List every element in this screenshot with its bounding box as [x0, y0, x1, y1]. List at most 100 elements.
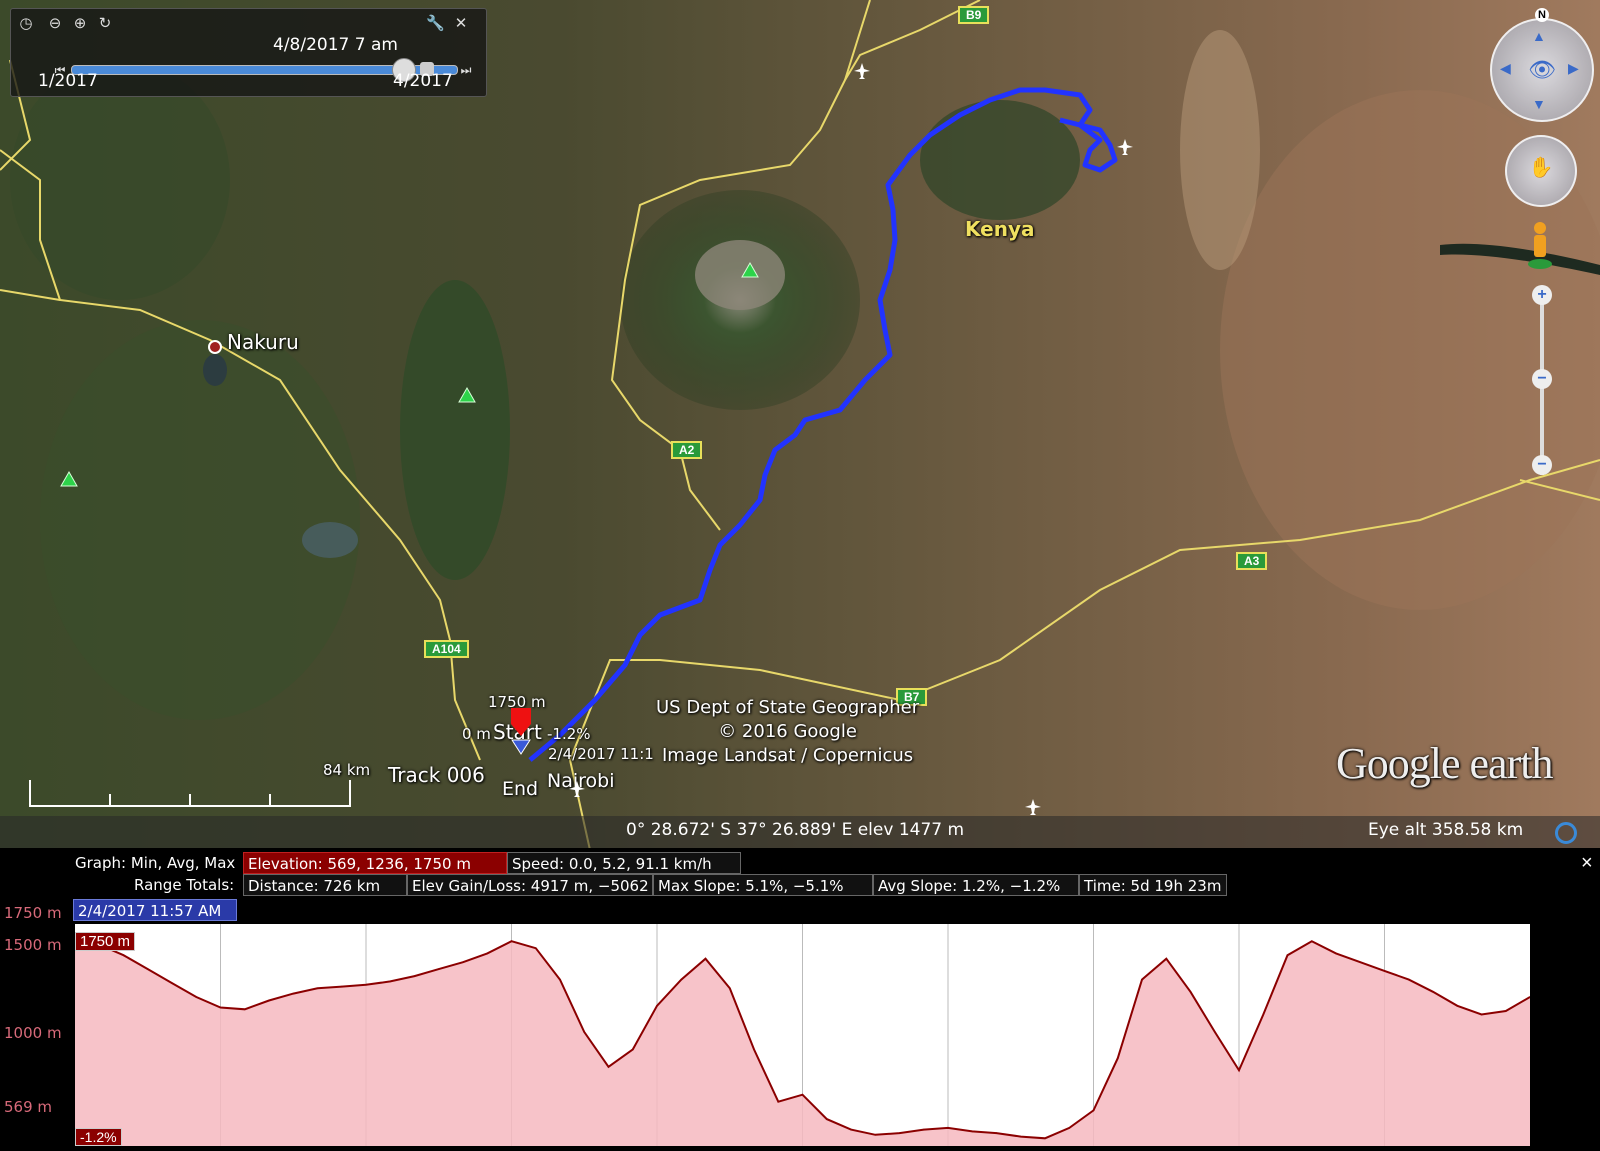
elevation-point [147, 968, 149, 970]
close-graph-button[interactable]: × [1581, 852, 1593, 875]
look-right-icon[interactable]: ▶ [1568, 60, 1579, 77]
attribution-line-3: Image Landsat / Copernicus [661, 745, 914, 766]
elevation-point [923, 1128, 925, 1131]
elevation-point [1189, 991, 1192, 993]
loading-indicator-icon [1555, 822, 1577, 844]
elevation-point [1311, 940, 1313, 942]
elevation-point [1286, 954, 1289, 956]
attribution-line-1: US Dept of State Geographer [656, 697, 920, 718]
elevation-plot[interactable]: 1750 m -1.2% [74, 924, 1531, 1146]
eye-icon[interactable]: 👁 [1528, 56, 1556, 84]
start-pin-icon[interactable] [509, 706, 533, 756]
street-view-pegman-icon[interactable] [1525, 220, 1555, 272]
current-time-label: 4/8/2017 7 am [273, 35, 398, 55]
start-date-label: 1/2017 [38, 71, 98, 91]
elevation-point [195, 996, 198, 998]
look-control[interactable]: N 👁 ▲ ▼ ◀ ▶ [1490, 8, 1594, 122]
elevation-point [171, 982, 173, 984]
refresh-icon[interactable]: ↻ [96, 15, 114, 33]
elevation-point [1068, 1127, 1071, 1129]
elevation-point [244, 1008, 246, 1011]
elevation-point [486, 952, 489, 955]
google-earth-logo: Google earth [1336, 739, 1553, 788]
attribution: US Dept of State Geographer © 2016 Googl… [656, 696, 919, 768]
zoom-handle[interactable]: − [1532, 369, 1552, 389]
time-stat: Time: 5d 19h 23m [1079, 874, 1227, 896]
elevation-point [1044, 1137, 1046, 1140]
y-tick-label: 569 m [4, 1098, 53, 1116]
cursor-elevation-label: 1750 m [75, 932, 136, 951]
elevation-point [753, 1048, 755, 1051]
elevation-point [1020, 1135, 1022, 1138]
track-name-label[interactable]: Track 006 [388, 763, 485, 787]
airport-icon [569, 781, 585, 797]
max-slope-stat[interactable]: Max Slope: 5.1%, −5.1% [653, 874, 873, 896]
zoom-out-icon[interactable]: − [1532, 455, 1552, 475]
close-icon[interactable]: ✕ [452, 15, 470, 33]
speed-stat[interactable]: Speed: 0.0, 5.2, 91.1 km/h [507, 852, 741, 874]
elevation-stat[interactable]: Elevation: 569, 1236, 1750 m [243, 852, 507, 874]
elevation-point [583, 1031, 585, 1033]
zoom-out-time-icon[interactable]: ⊖ [46, 15, 64, 33]
elevation-point [1214, 1031, 1216, 1033]
elevation-point [971, 1130, 974, 1133]
elevation-point [607, 1066, 610, 1068]
zoom-slider[interactable]: + − − [1532, 285, 1552, 490]
airport-icon [1025, 799, 1041, 815]
elevation-point [850, 1128, 852, 1131]
elevation-point [1383, 970, 1386, 972]
place-label-kenya[interactable]: Kenya [965, 217, 1034, 241]
look-up-icon[interactable]: ▲ [1532, 28, 1546, 44]
zoom-in-icon[interactable]: + [1532, 285, 1552, 305]
elevation-point [874, 1134, 877, 1136]
elevation-point [680, 978, 683, 981]
slope-label: -1.2% [547, 725, 591, 743]
airport-icon [1117, 139, 1133, 155]
y-tick-label: 1500 m [4, 936, 62, 954]
elevation-point [341, 985, 343, 988]
elevation-point [704, 957, 707, 960]
elevation-point [1505, 1010, 1507, 1012]
place-label-nakuru[interactable]: Nakuru [227, 330, 299, 354]
road-sign-a2: A2 [671, 441, 703, 459]
look-down-icon[interactable]: ▼ [1532, 96, 1546, 112]
elevation-point [535, 947, 537, 949]
road-sign-b9: B9 [958, 6, 990, 24]
zoom-in-time-icon[interactable]: ⊕ [71, 15, 89, 33]
elevation-point [413, 975, 416, 977]
elevation-point [1408, 978, 1410, 981]
time-slider-panel: ◷ ⊖ ⊕ ↻ 🔧 ✕ 4/8/2017 7 am ⏮ ⏭ 1/2017 4/2… [10, 8, 487, 97]
look-left-icon[interactable]: ◀ [1500, 60, 1511, 77]
elevation-point [1141, 978, 1143, 981]
elevation-point [1335, 952, 1337, 955]
elevation-point [389, 980, 392, 983]
clock-icon[interactable]: ◷ [17, 15, 35, 33]
y-tick-label: 1750 m [4, 904, 62, 922]
elevation-point [826, 1118, 828, 1120]
elevation-point [947, 1127, 949, 1129]
skip-end-icon[interactable]: ⏭ [457, 61, 475, 79]
elevation-point [801, 1093, 804, 1096]
hand-icon[interactable]: ✋ [1527, 155, 1555, 183]
elevation-point [268, 999, 270, 1002]
map-view[interactable]: B9 A2 A104 A3 B7 Nakuru Kenya Nairobi 17… [0, 0, 1600, 848]
avg-slope-stat: Avg Slope: 1.2%, −1.2% [873, 874, 1079, 896]
wrench-icon[interactable]: 🔧 [426, 15, 445, 33]
cursor-time-label: 2/4/2017 11:57 AM [73, 899, 237, 921]
elevation-point [122, 954, 125, 956]
elevation-point [995, 1132, 998, 1134]
elevation-point [1432, 991, 1434, 993]
elevation-point [559, 978, 561, 981]
elevation-point [219, 1006, 222, 1009]
compass-north[interactable]: N [1535, 8, 1549, 22]
road-sign-a3: A3 [1236, 552, 1268, 570]
attribution-line-2: © 2016 Google [718, 721, 857, 742]
end-label[interactable]: End [502, 778, 538, 800]
elevation-point [365, 984, 367, 986]
move-control[interactable]: ✋ [1505, 135, 1577, 207]
y-tick-label: 1000 m [4, 1024, 62, 1042]
road-sign-a104: A104 [424, 640, 469, 658]
elevation-point [729, 987, 731, 990]
range-totals-label: Range Totals: [134, 876, 235, 894]
elevation-profile-panel: Graph: Min, Avg, Max Elevation: 569, 123… [0, 848, 1600, 1146]
